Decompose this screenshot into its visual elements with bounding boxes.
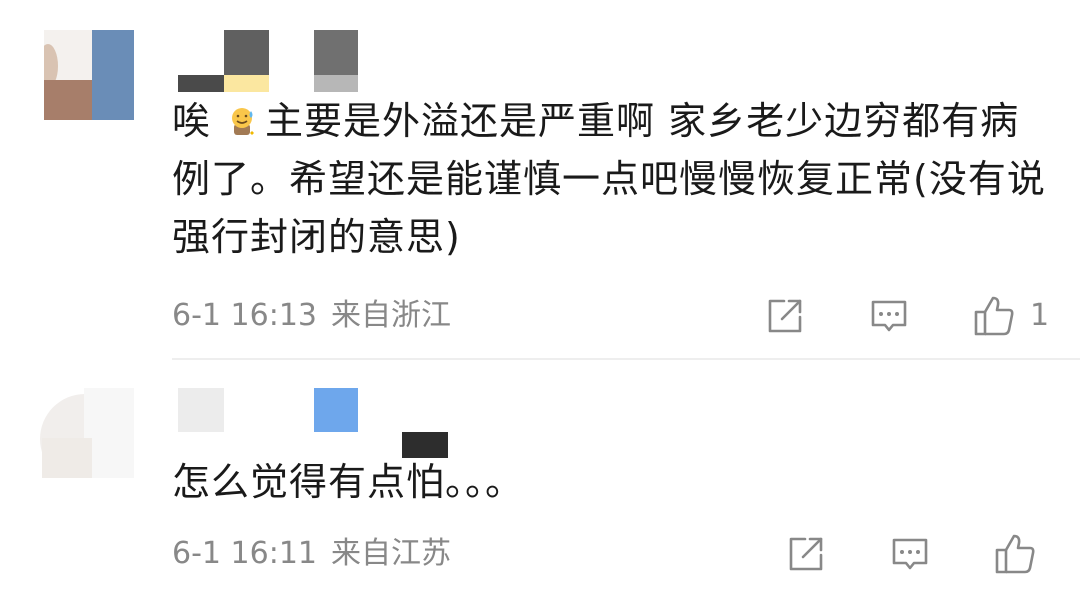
sweat-smile-emoji <box>232 108 255 135</box>
comment-icon <box>871 300 907 332</box>
like-button[interactable]: 1 <box>972 294 1049 338</box>
comment-item: 唉 主要是外溢还是严重啊 家乡老少边穷都有病例了。希望还是能谨慎一点吧慢慢恢复正… <box>0 0 1080 360</box>
reply-button[interactable] <box>869 296 909 336</box>
comment-text-part: 主要是外溢还是严重啊 家乡老少边穷都有病例了。希望还是能谨慎一点吧慢慢恢复正常(… <box>172 99 1046 259</box>
comment-location: 来自江苏 <box>331 536 451 571</box>
comment-location: 来自浙江 <box>331 298 451 333</box>
thumbs-up-icon <box>995 534 1035 574</box>
comment-text: 唉 主要是外溢还是严重啊 家乡老少边穷都有病例了。希望还是能谨慎一点吧慢慢恢复正… <box>172 92 1052 266</box>
comment-time: 6-1 16:11 <box>172 536 317 571</box>
reply-button[interactable] <box>890 534 930 574</box>
thumbs-up-icon <box>974 296 1014 336</box>
avatar[interactable] <box>44 30 134 120</box>
comment-text-part: 唉 <box>172 99 212 143</box>
comment-item: 怎么觉得有点怕。。。 6-1 16:11 来自江苏 <box>0 360 1080 605</box>
comment-meta: 6-1 16:11 来自江苏 <box>172 534 451 574</box>
like-count: 1 <box>1030 298 1050 333</box>
username-redacted[interactable] <box>178 30 360 92</box>
share-button[interactable] <box>765 296 805 336</box>
username-redacted[interactable] <box>178 388 450 460</box>
avatar[interactable] <box>34 388 134 478</box>
share-icon <box>768 299 802 333</box>
comment-time: 6-1 16:13 <box>172 298 317 333</box>
comment-meta: 6-1 16:13 来自浙江 <box>172 296 451 336</box>
like-button[interactable] <box>993 532 1037 576</box>
share-button[interactable] <box>786 534 826 574</box>
share-icon <box>789 537 823 571</box>
comment-icon <box>892 538 928 570</box>
comment-text: 怎么觉得有点怕。。。 <box>172 460 525 504</box>
